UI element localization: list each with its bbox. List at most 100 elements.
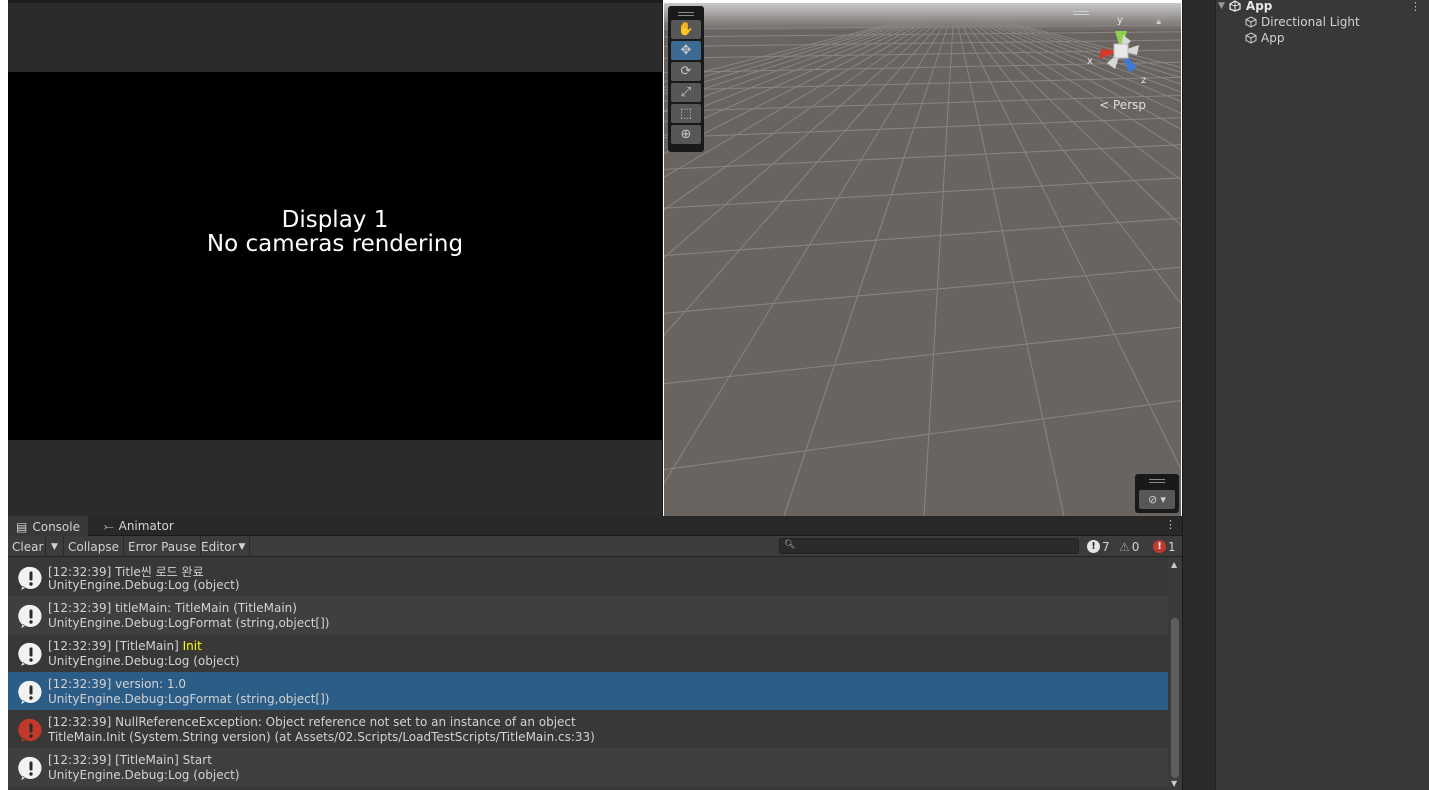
gizmo-x-label: x — [1087, 56, 1093, 67]
error-pause-button[interactable]: Error Pause — [124, 536, 202, 557]
console-toolbar: Clear ▼ Collapse Error Pause Editor ▼ 🔍︎… — [8, 536, 1182, 557]
log-stacktrace: UnityEngine.Debug:Log (object) — [48, 654, 240, 668]
foldout-arrow-icon[interactable]: ▼ — [1218, 1, 1225, 11]
log-stacktrace: UnityEngine.Debug:LogFormat (string,obje… — [48, 692, 330, 706]
hierarchy-item-label: Directional Light — [1261, 15, 1360, 29]
log-stacktrace: UnityEngine.Debug:Log (object) — [48, 578, 240, 592]
window-edge — [0, 0, 8, 790]
info-icon — [18, 604, 42, 628]
log-message: [12:32:39] version: 1.0 — [48, 677, 186, 691]
log-entry[interactable]: [12:32:39] [TitleMain] Init UnityEngine.… — [8, 634, 1168, 672]
chevron-down-icon: ▼ — [51, 541, 58, 552]
log-message: [12:32:39] NullReferenceException: Objec… — [48, 715, 576, 729]
error-count: 1 — [1168, 539, 1176, 554]
hierarchy-more-icon[interactable]: ⋮ — [1410, 0, 1421, 13]
compass-icon: ⊘ — [1148, 493, 1158, 506]
clear-label: Clear — [12, 539, 44, 554]
tab-animator-label: Animator — [118, 519, 174, 533]
hierarchy-panel: ▼ App ⋮ Directional Light App — [1215, 0, 1429, 790]
hierarchy-item-directional-light[interactable]: Directional Light — [1244, 14, 1360, 30]
warning-count-toggle[interactable]: ⚠ 0 — [1116, 536, 1142, 557]
tools-drag-handle[interactable] — [671, 8, 701, 20]
orientation-overlay-button[interactable]: ⊘ ▾ — [1139, 490, 1175, 509]
console-more-icon[interactable]: ⋮ — [1165, 518, 1176, 531]
transform-icon[interactable]: ⊕ — [671, 125, 701, 144]
info-icon: ! — [1087, 540, 1100, 553]
error-icon — [18, 718, 42, 742]
overlay-drag-handle[interactable] — [1149, 479, 1165, 483]
error-icon: ! — [1153, 540, 1166, 553]
gizmo-z-label: z — [1141, 75, 1146, 86]
hierarchy-item-label: App — [1261, 31, 1285, 45]
info-icon — [18, 756, 42, 780]
hierarchy-item-app[interactable]: App — [1244, 30, 1284, 46]
log-entry-selected[interactable]: [12:32:39] version: 1.0 UnityEngine.Debu… — [8, 672, 1168, 710]
move-icon[interactable]: ✥ — [671, 41, 701, 60]
log-entry-error[interactable]: [12:32:39] NullReferenceException: Objec… — [8, 710, 1168, 748]
info-icon — [18, 642, 42, 666]
error-count-toggle[interactable]: ! 1 — [1150, 536, 1179, 557]
console-log-list: [12:32:39] Title씬 로드 완료 UnityEngine.Debu… — [8, 558, 1168, 790]
game-view-border — [8, 0, 663, 3]
scale-icon[interactable]: ⤢ — [671, 83, 701, 102]
gameobject-cube-icon — [1244, 16, 1257, 29]
scroll-down-icon[interactable]: ▼ — [1171, 779, 1177, 788]
collapse-button[interactable]: Collapse — [64, 536, 124, 557]
perspective-toggle[interactable]: < Persp — [1099, 98, 1146, 112]
console-tab-bar: ▤ Console ⤚ Animator ⋮ — [8, 516, 1182, 537]
search-input[interactable]: 🔍︎ — [779, 538, 1079, 554]
console-scrollbar[interactable]: ▲ ▼ — [1168, 558, 1182, 790]
log-message: [12:32:39] titleMain: TitleMain (TitleMa… — [48, 601, 297, 615]
tab-console-label: Console — [32, 519, 80, 534]
editor-label: Editor — [201, 539, 237, 554]
info-count: 7 — [1102, 539, 1110, 554]
tab-animator[interactable]: ⤚ Animator — [96, 516, 182, 536]
log-entry[interactable]: [12:32:39] [TitleMain] Start UnityEngine… — [8, 748, 1168, 786]
console-panel: ▤ Console ⤚ Animator ⋮ Clear ▼ Collapse … — [8, 516, 1182, 790]
gameobject-cube-icon — [1244, 32, 1257, 45]
no-cameras-label: No cameras rendering — [206, 231, 464, 257]
persp-label: Persp — [1113, 98, 1146, 112]
panel-gutter — [1182, 0, 1215, 790]
info-count-toggle[interactable]: ! 7 — [1084, 536, 1113, 557]
log-message-prefix: [12:32:39] [TitleMain] — [48, 639, 183, 653]
unity-scene-icon — [1229, 0, 1242, 13]
hierarchy-root-row[interactable]: ▼ App — [1218, 0, 1272, 14]
display-label: Display 1 — [281, 207, 389, 233]
scrollbar-thumb[interactable] — [1171, 618, 1179, 778]
hand-icon[interactable]: ✋ — [671, 20, 701, 39]
error-pause-label: Error Pause — [128, 539, 197, 554]
persp-arrow-icon: < — [1099, 98, 1110, 112]
orientation-gizmo[interactable]: y x z — [1081, 9, 1161, 109]
log-message-highlight: Init — [182, 639, 202, 653]
info-icon — [18, 680, 42, 704]
gizmo-y-label: y — [1117, 15, 1123, 26]
warning-icon: ⚠ — [1119, 539, 1130, 554]
clear-button[interactable]: Clear — [8, 536, 47, 557]
log-stacktrace: UnityEngine.Debug:Log (object) — [48, 768, 240, 782]
tab-console[interactable]: ▤ Console — [8, 516, 88, 537]
console-icon: ▤ — [16, 519, 28, 534]
game-view: Display 1 No cameras rendering — [8, 0, 663, 516]
scene-tools-panel: ✋ ✥ ⟳ ⤢ ⬚ ⊕ — [668, 6, 704, 152]
log-entry[interactable]: [12:32:39] Title씬 로드 완료 UnityEngine.Debu… — [8, 558, 1168, 596]
collapse-label: Collapse — [68, 539, 119, 554]
warning-count: 0 — [1131, 539, 1140, 554]
log-stacktrace: TitleMain.Init (System.String version) (… — [48, 730, 595, 744]
log-message: [12:32:39] [TitleMain] Start — [48, 753, 212, 767]
log-message: [12:32:39] [TitleMain] Init — [48, 639, 202, 653]
overlay-menu-panel: ⊘ ▾ — [1135, 474, 1179, 513]
rect-icon[interactable]: ⬚ — [671, 104, 701, 123]
search-icon: 🔍︎ — [784, 540, 796, 550]
scroll-up-icon[interactable]: ▲ — [1171, 560, 1177, 569]
rotate-icon[interactable]: ⟳ — [671, 62, 701, 81]
clear-options-dropdown[interactable]: ▼ — [48, 536, 64, 557]
chevron-down-icon: ▾ — [1160, 493, 1166, 506]
info-icon — [18, 566, 42, 590]
chevron-down-icon: ▼ — [238, 541, 246, 552]
editor-dropdown[interactable]: Editor ▼ — [197, 536, 251, 557]
hierarchy-root-label: App — [1245, 0, 1273, 13]
log-entry[interactable]: [12:32:39] titleMain: TitleMain (TitleMa… — [8, 596, 1168, 634]
scene-view[interactable]: ✋ ✥ ⟳ ⤢ ⬚ ⊕ 🔒︎ y x z < Persp ⊘ ▾ — [664, 3, 1181, 516]
log-stacktrace: UnityEngine.Debug:LogFormat (string,obje… — [48, 616, 330, 630]
